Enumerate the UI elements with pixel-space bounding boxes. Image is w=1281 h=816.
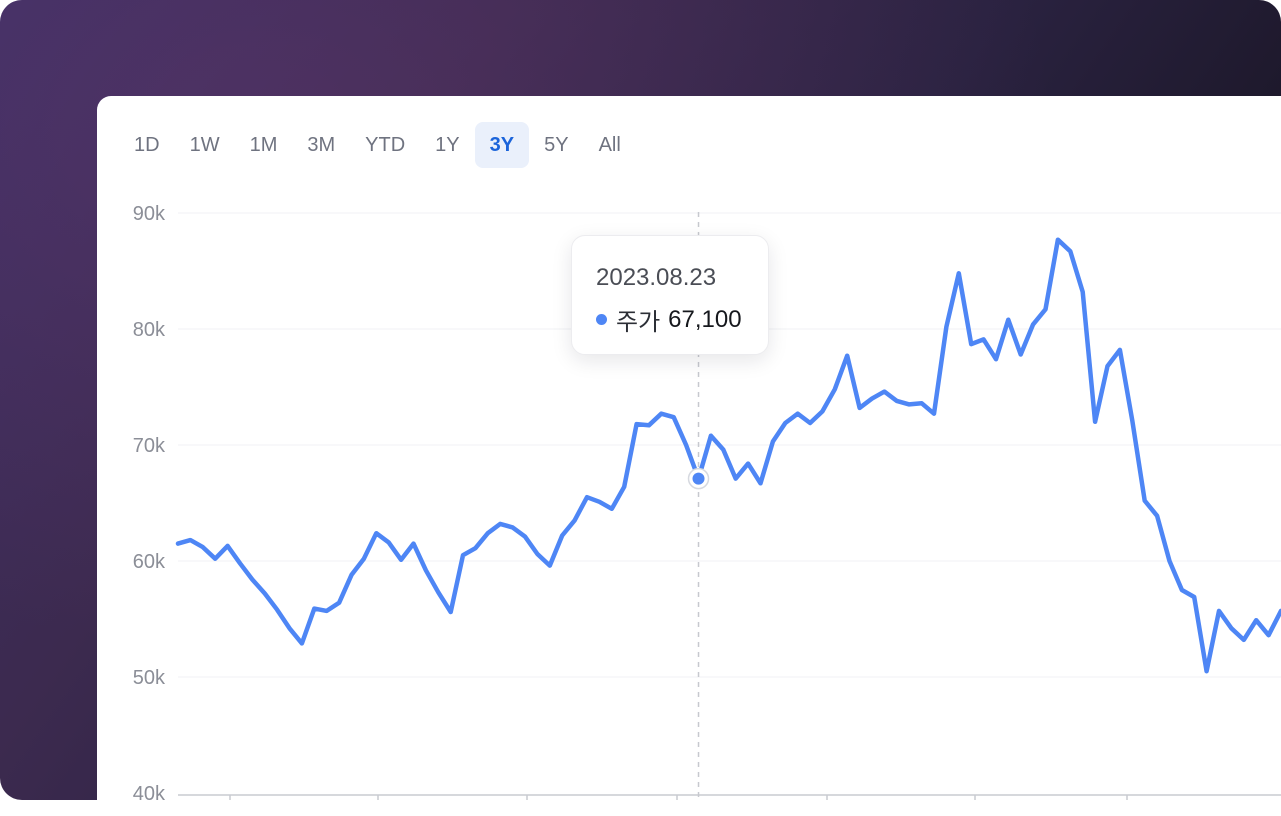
- highlight-marker: [692, 472, 705, 485]
- tooltip-value: 67,100: [668, 305, 742, 333]
- tooltip-series-label: 주가: [616, 309, 661, 336]
- tooltip-row: 주가 67,100: [596, 302, 742, 337]
- y-tick-label: 80k: [133, 319, 166, 341]
- y-tick-label: 40k: [133, 783, 166, 800]
- y-tick-label: 90k: [133, 203, 166, 225]
- y-tick-label: 50k: [133, 667, 166, 689]
- price-tooltip: 2023.08.23 주가 67,100: [571, 235, 769, 355]
- y-tick-label: 70k: [133, 435, 166, 457]
- tooltip-date: 2023.08.23: [596, 264, 717, 291]
- price-chart[interactable]: 40k 50k 60k 70k 80k 90k: [97, 96, 1281, 800]
- series-dot-icon: [596, 314, 607, 325]
- y-tick-label: 60k: [133, 551, 166, 573]
